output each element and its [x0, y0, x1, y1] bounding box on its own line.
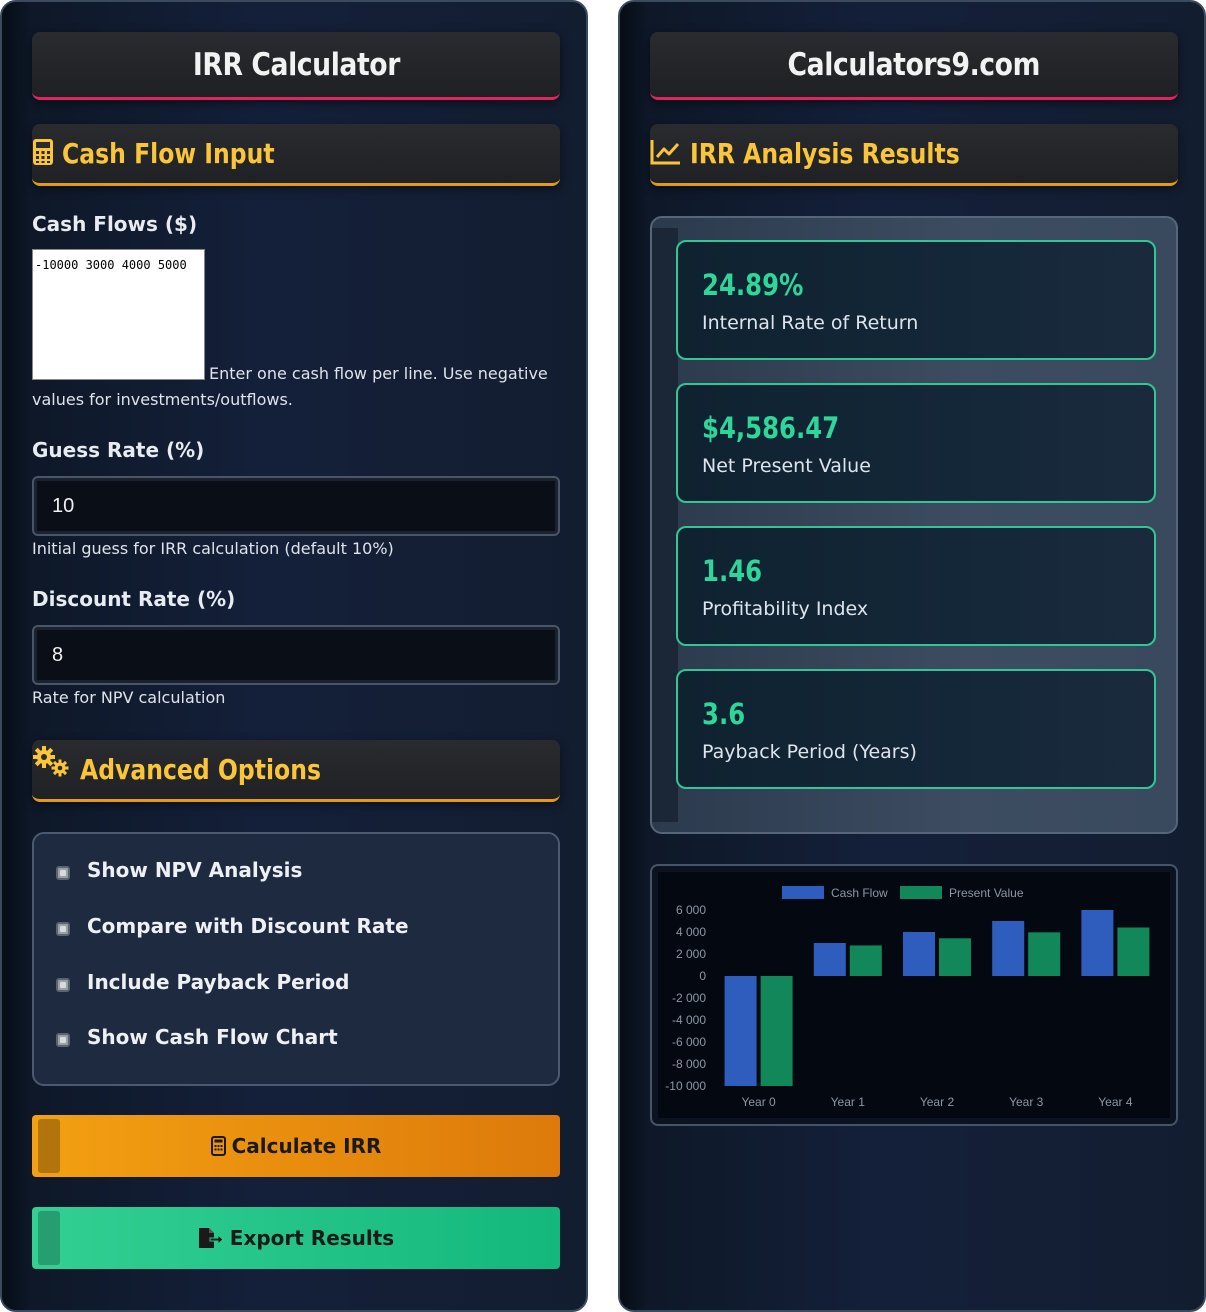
y-tick-label: 2 000: [676, 947, 706, 961]
bar-cash-flow: [992, 921, 1025, 976]
file-export-icon: [198, 1227, 224, 1249]
result-value: 1.46: [702, 554, 763, 588]
result-value: 24.89%: [702, 268, 804, 302]
guess-rate-label: Guess Rate (%): [32, 438, 205, 462]
section-title: IRR Analysis Results: [690, 137, 960, 170]
app-title: IRR Calculator: [192, 46, 400, 83]
legend-label: Present Value: [949, 886, 1024, 900]
checkbox[interactable]: [56, 866, 70, 880]
option-label: Show Cash Flow Chart: [87, 1025, 338, 1049]
results-panel: Calculators9.com IRR Analysis Results 24…: [618, 0, 1206, 1312]
results-summary: 24.89% Internal Rate of Return $4,586.47…: [650, 216, 1178, 834]
y-tick-label: 0: [699, 969, 706, 983]
guess-rate-hint: Initial guess for IRR calculation (defau…: [32, 539, 394, 558]
x-tick-label: Year 4: [1098, 1095, 1133, 1109]
bar-present-value: [939, 938, 971, 976]
advanced-options-header: Advanced Options: [32, 740, 560, 802]
site-title-bar: Calculators9.com: [650, 32, 1178, 100]
cash-flow-chart: 6 000 4 000 2 000 0 -2 000 -4 000 -6 000 -8 000…: [650, 864, 1178, 1126]
button-label: Calculate IRR: [231, 1134, 382, 1158]
calculate-irr-button[interactable]: Calculate IRR: [32, 1115, 560, 1177]
option-label: Include Payback Period: [87, 970, 350, 994]
option-payback-period[interactable]: Include Payback Period: [56, 970, 349, 994]
legend-label: Cash Flow: [831, 886, 888, 900]
chart-line-icon: [650, 138, 682, 170]
y-tick-label: -10 000: [665, 1079, 706, 1093]
option-compare-discount[interactable]: Compare with Discount Rate: [56, 914, 409, 938]
result-card-pi: 1.46 Profitability Index: [676, 526, 1156, 646]
bar-cash-flow: [813, 943, 846, 976]
y-tick-label: 6 000: [676, 903, 706, 917]
checkbox[interactable]: [56, 922, 70, 936]
bar-present-value: [849, 945, 882, 976]
option-label: Show NPV Analysis: [87, 858, 303, 882]
legend-swatch: [782, 886, 824, 899]
option-cash-flow-chart[interactable]: Show Cash Flow Chart: [56, 1025, 338, 1049]
chart-svg: 6 000 4 000 2 000 0 -2 000 -4 000 -6 000 -8 000…: [658, 872, 1170, 1118]
results-header: IRR Analysis Results: [650, 124, 1178, 186]
result-card-payback: 3.6 Payback Period (Years): [676, 669, 1156, 789]
y-tick-label: 4 000: [676, 925, 706, 939]
gears-icon: [32, 745, 70, 781]
calculator-icon: [210, 1136, 226, 1156]
result-label: Internal Rate of Return: [702, 312, 919, 334]
discount-rate-input[interactable]: [32, 625, 560, 685]
bar-cash-flow: [724, 976, 757, 1086]
result-card-npv: $4,586.47 Net Present Value: [676, 383, 1156, 503]
legend-swatch: [900, 886, 942, 899]
x-tick-label: Year 2: [920, 1095, 955, 1109]
app-title-bar: IRR Calculator: [32, 32, 560, 100]
bar-present-value: [1028, 932, 1061, 976]
x-tick-label: Year 1: [831, 1095, 866, 1109]
checkbox[interactable]: [56, 978, 70, 992]
y-tick-label: -8 000: [672, 1057, 706, 1071]
calculator-icon: [32, 138, 54, 170]
x-tick-label: Year 0: [741, 1095, 776, 1109]
option-label: Compare with Discount Rate: [87, 914, 409, 938]
y-tick-label: -2 000: [672, 991, 706, 1005]
result-card-irr: 24.89% Internal Rate of Return: [676, 240, 1156, 360]
checkbox[interactable]: [56, 1033, 70, 1047]
cash-flow-input-header: Cash Flow Input: [32, 124, 560, 186]
y-tick-label: -4 000: [672, 1013, 706, 1027]
discount-rate-hint: Rate for NPV calculation: [32, 688, 226, 707]
bar-present-value: [760, 976, 793, 1086]
bar-cash-flow: [1081, 910, 1114, 976]
cash-flows-label: Cash Flows ($): [32, 212, 198, 236]
result-label: Net Present Value: [702, 455, 871, 477]
option-show-npv[interactable]: Show NPV Analysis: [56, 858, 302, 882]
result-value: $4,586.47: [702, 411, 840, 445]
result-label: Payback Period (Years): [702, 741, 917, 763]
input-panel: IRR Calculator Cash Flow Input Cash Flow…: [0, 0, 588, 1312]
bar-present-value: [1117, 927, 1150, 976]
export-results-button[interactable]: Export Results: [32, 1207, 560, 1269]
bar-cash-flow: [903, 932, 935, 976]
site-title: Calculators9.com: [787, 46, 1041, 83]
result-label: Profitability Index: [702, 598, 869, 620]
button-label: Export Results: [229, 1226, 395, 1250]
y-tick-label: -6 000: [672, 1035, 706, 1049]
result-value: 3.6: [702, 697, 746, 731]
section-title: Advanced Options: [80, 753, 321, 786]
advanced-options-list: Show NPV Analysis Compare with Discount …: [32, 832, 560, 1086]
x-tick-label: Year 3: [1009, 1095, 1044, 1109]
guess-rate-input[interactable]: [32, 476, 560, 536]
discount-rate-label: Discount Rate (%): [32, 587, 236, 611]
cash-flows-hint: Enter one cash flow per line. Use negati…: [32, 364, 548, 409]
section-title: Cash Flow Input: [62, 137, 275, 170]
